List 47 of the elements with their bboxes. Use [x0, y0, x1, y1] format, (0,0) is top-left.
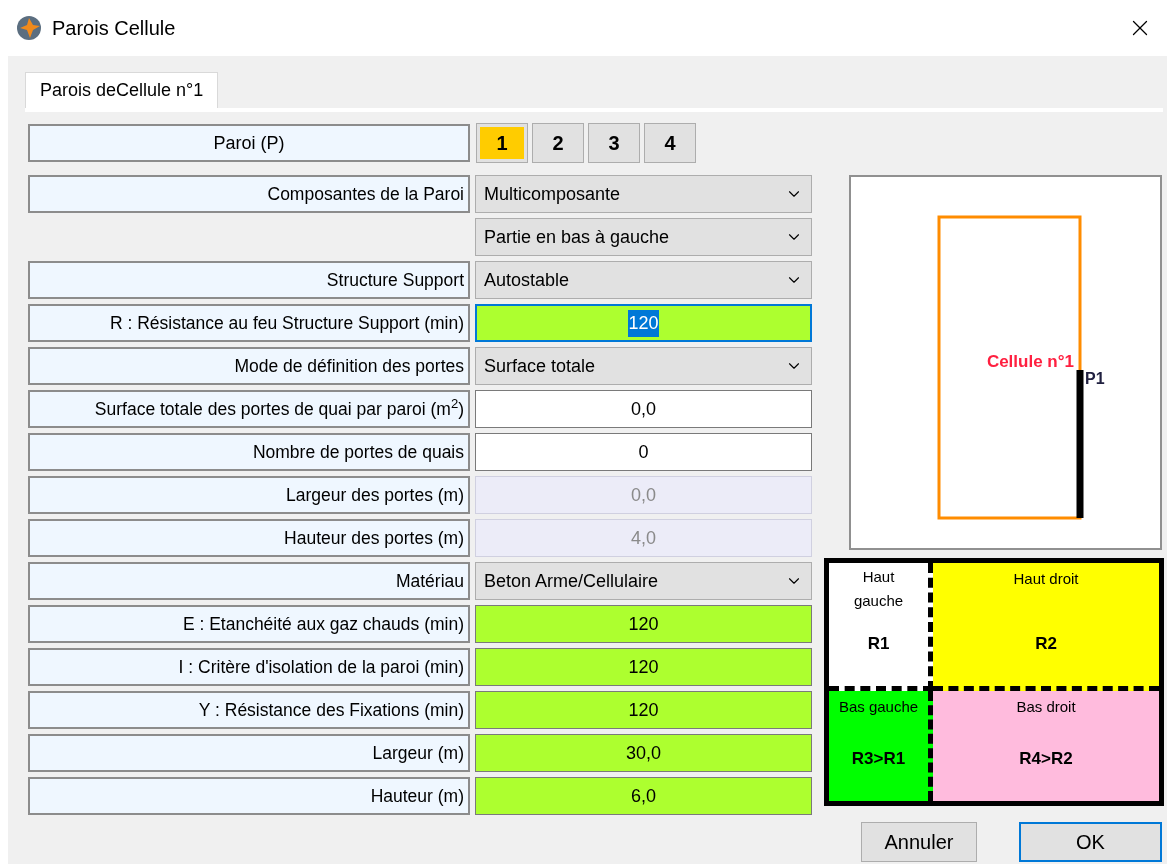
region-title: Haut gauche: [852, 567, 905, 611]
field-label: Y : Résistance des Fixations (min): [28, 691, 470, 729]
region-title: Bas droit: [1016, 697, 1076, 717]
window-title: Parois Cellule: [52, 16, 176, 41]
field-label: E : Etanchéité aux gaz chauds (min): [28, 605, 470, 643]
field-label: Structure Support: [28, 261, 470, 299]
field-label: Paroi (P): [28, 124, 470, 162]
field-label: Nombre de portes de quais: [28, 433, 470, 471]
dropdown[interactable]: Surface totale: [475, 347, 812, 385]
field-label: Hauteur (m): [28, 777, 470, 815]
wall-button[interactable]: 2: [532, 123, 584, 163]
cell-label: Cellule n°1: [986, 352, 1074, 371]
region-code: R4>R2: [1019, 747, 1073, 770]
field-label: Matériau: [28, 562, 470, 600]
region-code: R3>R1: [851, 747, 906, 770]
wall-button[interactable]: 4: [644, 123, 696, 163]
field-label: Surface totale des portes de quai par paroi (m$^{2}$): [28, 390, 470, 428]
field-label: Largeur des portes (m): [28, 476, 470, 514]
field-label: R : Résistance au feu Structure Support (min): [28, 304, 470, 342]
tab[interactable]: Parois deCellule n°1: [25, 72, 219, 108]
field-label: Composantes de la Paroi: [28, 175, 470, 213]
dropdown[interactable]: Autostable: [475, 261, 812, 299]
dialog-button[interactable]: OK: [1019, 822, 1162, 862]
region-title: Haut droit: [1013, 569, 1079, 589]
input-field[interactable]: 120: [475, 691, 812, 729]
field-label: I : Critère d'isolation de la paroi (min): [28, 648, 470, 686]
wall-button[interactable]: 3: [588, 123, 640, 163]
wall-label: P1: [1085, 370, 1105, 387]
input-field[interactable]: 120: [475, 304, 812, 342]
region-code: R1: [867, 632, 890, 655]
dropdown[interactable]: Multicomposante: [475, 175, 812, 213]
dialog-button[interactable]: Annuler: [861, 822, 977, 862]
field-label: Mode de définition des portes: [28, 347, 470, 385]
input-field[interactable]: 120: [475, 605, 812, 643]
app-icon: [16, 15, 42, 41]
dropdown[interactable]: Partie en bas à gauche: [475, 218, 812, 256]
input-field[interactable]: 6,0: [475, 777, 812, 815]
input-field[interactable]: 0: [475, 433, 812, 471]
field-label: Hauteur des portes (m): [28, 519, 470, 557]
wall-button[interactable]: 1: [476, 123, 528, 163]
input-field[interactable]: 0,0: [475, 390, 812, 428]
region-title: Bas gauche: [838, 697, 919, 717]
region-code: R2: [1035, 632, 1057, 655]
input-field[interactable]: 30,0: [475, 734, 812, 772]
field-label: Largeur (m): [28, 734, 470, 772]
input-field[interactable]: 120: [475, 648, 812, 686]
dropdown[interactable]: Beton Arme/Cellulaire: [475, 562, 812, 600]
